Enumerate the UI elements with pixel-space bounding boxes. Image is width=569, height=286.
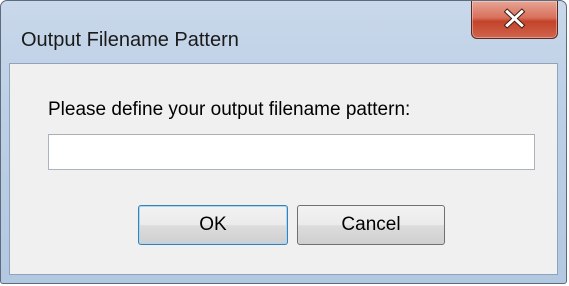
filename-pattern-input[interactable]	[48, 134, 535, 170]
ok-button[interactable]: OK	[138, 205, 288, 245]
close-button[interactable]	[471, 1, 558, 39]
window-title: Output Filename Pattern	[21, 29, 239, 51]
close-icon	[503, 8, 526, 29]
title-bar[interactable]: Output Filename Pattern	[1, 1, 566, 63]
dialog-window: Output Filename Pattern Please define yo…	[0, 0, 567, 284]
dialog-content: Please define your output filename patte…	[9, 63, 558, 275]
cancel-button[interactable]: Cancel	[297, 205, 445, 245]
prompt-label: Please define your output filename patte…	[48, 99, 411, 120]
